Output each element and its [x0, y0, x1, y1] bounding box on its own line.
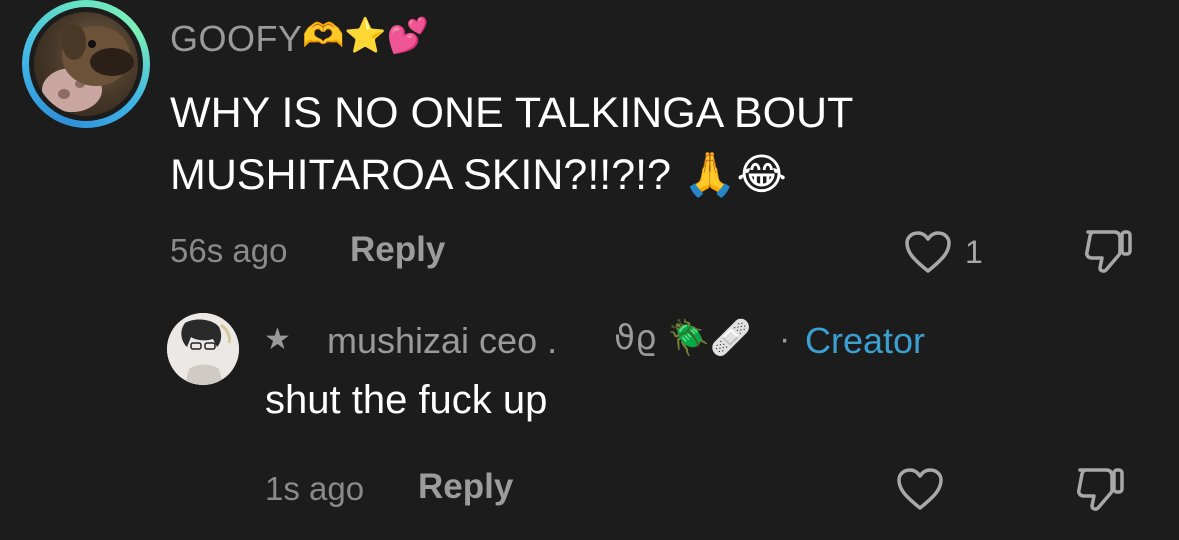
creator-badge: Creator: [805, 320, 926, 361]
thumbs-down-icon[interactable]: [1082, 226, 1134, 276]
comment-timestamp: 56s ago: [170, 232, 288, 269]
reply-timestamp: 1s ago: [265, 470, 365, 507]
heart-icon[interactable]: [903, 229, 953, 275]
avatar-dog-image: [42, 24, 134, 112]
reply-avatar-image: [167, 313, 239, 385]
username-decoration: ϑϱ 🪲🩹: [614, 318, 753, 358]
comment-text: WHY IS NO ONE TALKINGA BOUT MUSHITAROA S…: [170, 89, 853, 199]
reply-reply-button[interactable]: Reply: [418, 467, 513, 507]
reply-text: shut the fuck up: [265, 378, 548, 422]
comment-username[interactable]: GOOFY: [170, 18, 303, 60]
reply-avatar[interactable]: [167, 313, 239, 385]
like-count: 1: [965, 234, 983, 270]
reply-username[interactable]: mushizai ceo .: [327, 320, 557, 362]
star-icon: ★: [264, 323, 291, 356]
avatar[interactable]: [34, 12, 138, 116]
reply-button[interactable]: Reply: [350, 230, 445, 270]
separator-dot: ·: [779, 320, 791, 358]
reply-heart-icon[interactable]: [895, 466, 945, 512]
username-emoji: 🫶⭐💕: [302, 16, 430, 56]
reply-thumbs-down-icon[interactable]: [1074, 464, 1126, 514]
